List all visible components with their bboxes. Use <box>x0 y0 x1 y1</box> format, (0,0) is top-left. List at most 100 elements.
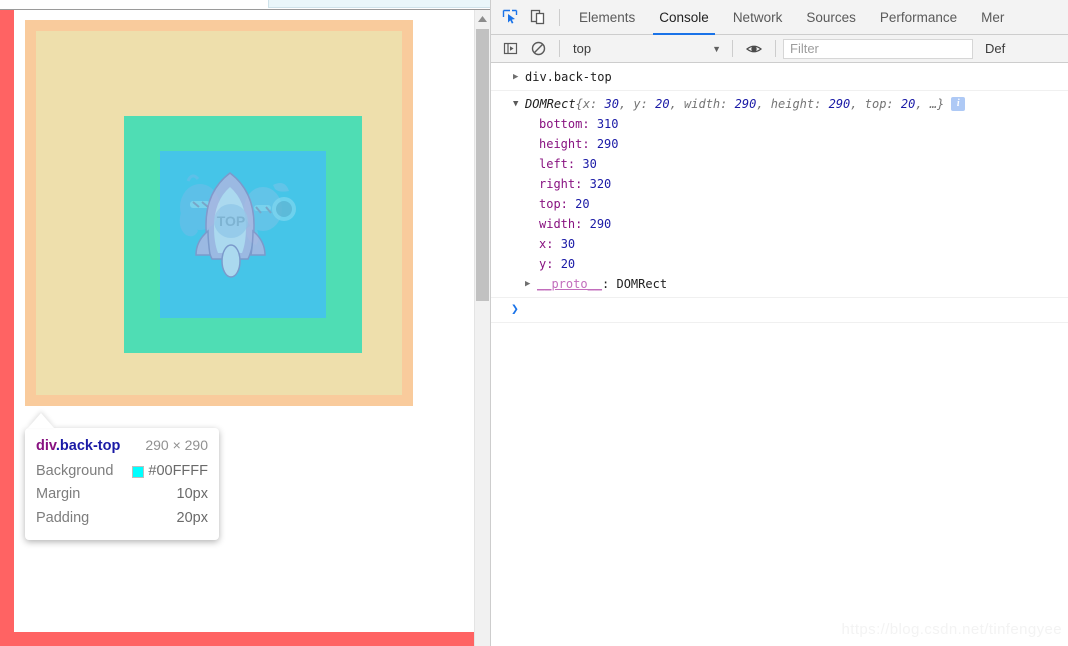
preview-val-height: 290 <box>828 97 851 111</box>
console-entry-element[interactable]: ▶ div.back-top <box>491 64 1068 91</box>
tooltip-tag: div <box>36 438 56 454</box>
rocket-icon: TOP <box>179 172 296 278</box>
tooltip-row-padding: Padding 20px <box>36 507 208 530</box>
preview-val-x: 30 <box>604 97 619 111</box>
proto-value: : DOMRect <box>602 277 668 291</box>
browser-chrome-strip <box>0 0 490 10</box>
tooltip-header: div.back-top 290 × 290 <box>36 437 208 454</box>
prop-key-width: width: <box>539 217 583 231</box>
console-output: ▶ div.back-top ▼ DOMRect{x: 30, y: 20, w… <box>491 64 1068 646</box>
prop-key-bottom: bottom: <box>539 117 590 131</box>
device-toolbar-icon[interactable] <box>524 3 552 31</box>
console-context-value: top <box>573 41 592 56</box>
prop-key-y: y: <box>539 257 554 271</box>
browser-tab-fragment[interactable] <box>268 0 490 8</box>
console-filter-bar: top ▼ Def <box>491 35 1068 63</box>
back-top-padding-box: TOP <box>36 31 402 395</box>
prop-val-width: 290 <box>589 217 612 231</box>
tooltip-value-background: #00FFFF <box>132 460 208 483</box>
color-swatch-icon <box>132 465 145 478</box>
prop-key-height: height: <box>539 137 590 151</box>
tooltip-element-name: div.back-top <box>36 438 120 454</box>
prop-val-x: 30 <box>560 237 576 251</box>
domrect-proto-row[interactable]: ▶ __proto__: DOMRect <box>491 274 1068 294</box>
console-context-select[interactable]: top ▼ <box>567 39 725 59</box>
proto-expander-triangle-icon[interactable]: ▶ <box>525 274 537 294</box>
tooltip-row-background: Background #00FFFF <box>36 460 208 483</box>
inspector-tooltip-arrow <box>28 413 54 428</box>
prop-val-top: 20 <box>575 197 590 211</box>
preview-val-width: 290 <box>734 97 757 111</box>
prop-key-x: x: <box>539 237 554 251</box>
screenshot-root: TOP div.back-top 290 × 290 Background #0… <box>0 0 1068 646</box>
domrect-brace-open: { <box>575 97 583 111</box>
console-entry-domrect[interactable]: ▼ DOMRect{x: 30, y: 20, width: 290, heig… <box>491 91 1068 298</box>
prop-key-right: right: <box>539 177 583 191</box>
devtools-panel: Elements Console Network Sources Perform… <box>490 0 1068 646</box>
tooltip-row-margin: Margin 10px <box>36 483 208 506</box>
prop-val-right: 320 <box>589 177 612 191</box>
tab-performance[interactable]: Performance <box>868 0 969 35</box>
back-top-border-box: TOP <box>124 116 362 353</box>
preview-ellipsis: …} <box>929 97 945 111</box>
console-sidebar-icon[interactable] <box>496 35 524 63</box>
tooltip-label-margin: Margin <box>36 486 81 503</box>
rocket-image: TOP <box>160 151 326 318</box>
tab-sources[interactable]: Sources <box>794 0 868 35</box>
tooltip-class: .back-top <box>55 438 121 454</box>
back-top-content-box[interactable]: TOP <box>160 151 326 318</box>
prop-val-bottom: 310 <box>596 117 619 131</box>
prop-key-left: left: <box>539 157 576 171</box>
console-prompt-row[interactable]: ❯ <box>491 298 1068 323</box>
tab-network[interactable]: Network <box>721 0 795 35</box>
inspector-tooltip: div.back-top 290 × 290 Background #00FFF… <box>25 428 219 541</box>
devtools-tabbar: Elements Console Network Sources Perform… <box>491 0 1068 35</box>
scroll-up-arrow-icon[interactable] <box>475 10 490 27</box>
page-body: TOP <box>0 10 474 646</box>
filterbar-divider-3 <box>775 40 776 57</box>
preview-key-y: y: <box>633 97 648 111</box>
prompt-caret-icon: ❯ <box>511 302 519 317</box>
tooltip-background-hex: #00FFFF <box>148 463 208 479</box>
tab-elements[interactable]: Elements <box>567 0 647 35</box>
page-viewport: TOP div.back-top 290 × 290 Background #0… <box>0 10 490 646</box>
preview-val-top: 20 <box>900 97 916 111</box>
expander-triangle-icon[interactable]: ▶ <box>513 67 525 87</box>
tab-memory[interactable]: Mer <box>969 0 1016 35</box>
domrect-prop-width: width: 290 <box>491 214 1068 234</box>
preview-key-width: width: <box>684 97 728 111</box>
domrect-preview: DOMRect{x: 30, y: 20, width: 290, height… <box>525 97 945 111</box>
page-scrollbar[interactable] <box>474 10 490 646</box>
proto-key: __proto__ <box>537 277 603 291</box>
domrect-prop-bottom: bottom: 310 <box>491 114 1068 134</box>
prop-key-top: top: <box>539 197 568 211</box>
filterbar-divider-2 <box>732 40 733 57</box>
tooltip-value-margin: 10px <box>176 486 208 503</box>
console-filter-input[interactable] <box>783 38 973 59</box>
console-level-select[interactable]: Def <box>973 41 1005 56</box>
live-expression-eye-icon[interactable] <box>740 35 768 63</box>
preview-key-top: top: <box>864 97 894 111</box>
scrollbar-thumb[interactable] <box>476 29 489 301</box>
devtools-tab-list: Elements Console Network Sources Perform… <box>567 0 1016 35</box>
svg-text:TOP: TOP <box>217 213 246 229</box>
domrect-preview-line: ▼ DOMRect{x: 30, y: 20, width: 290, heig… <box>491 94 1068 114</box>
console-entry-element-text: div.back-top <box>525 70 612 84</box>
domrect-prop-y: y: 20 <box>491 254 1068 274</box>
watermark: https://blog.csdn.net/tinfengyee <box>841 621 1062 638</box>
prop-val-height: 290 <box>596 137 619 151</box>
expander-triangle-open-icon[interactable]: ▼ <box>513 94 525 114</box>
console-entry-element-line: ▶ div.back-top <box>491 67 1068 87</box>
clear-console-icon[interactable] <box>524 35 552 63</box>
domrect-prop-left: left: 30 <box>491 154 1068 174</box>
tab-console[interactable]: Console <box>647 0 721 35</box>
filterbar-divider-1 <box>559 40 560 57</box>
domrect-prop-height: height: 290 <box>491 134 1068 154</box>
preview-key-height: height: <box>770 97 822 111</box>
domrect-type: DOMRect <box>525 97 576 111</box>
info-icon[interactable]: i <box>951 97 966 111</box>
preview-key-x: x: <box>582 97 598 111</box>
inspect-element-icon[interactable] <box>496 3 524 31</box>
prop-val-y: 20 <box>560 257 576 271</box>
tooltip-label-background: Background <box>36 463 114 479</box>
